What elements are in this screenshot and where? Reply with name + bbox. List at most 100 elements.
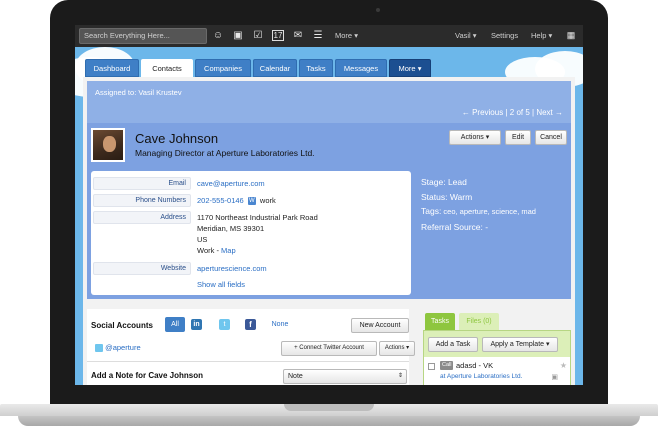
connect-twitter-label: Connect Twitter Account	[299, 345, 364, 351]
tab-contacts[interactable]: Contacts	[141, 59, 193, 77]
task-options-icon[interactable]: ▣	[551, 373, 558, 381]
social-actions-button[interactable]: Actions ▾	[379, 341, 415, 356]
chevron-down-icon: ▾	[485, 134, 490, 141]
twitter-account-row: @aperture	[95, 343, 141, 353]
checkbox-icon[interactable]: ☑	[252, 29, 264, 42]
phone-label: Phone Numbers	[93, 194, 191, 207]
address-line3: US	[197, 235, 208, 244]
more-label: More	[335, 31, 353, 40]
tab-more-label: More	[398, 64, 416, 73]
tab-tasks-panel[interactable]: Tasks	[425, 313, 455, 330]
referral-row: Referral Source: -	[421, 220, 536, 235]
referral-label: Referral Source:	[421, 221, 483, 232]
stage-row: Stage: Lead	[421, 175, 536, 190]
address-type: Work - Map	[197, 246, 236, 256]
connect-twitter-button[interactable]: + Connect Twitter Account	[281, 341, 377, 356]
apply-template-button[interactable]: Apply a Template ▾	[482, 337, 558, 352]
calendar-icon[interactable]: 17	[272, 30, 284, 41]
apply-template-label: Apply a Template	[490, 341, 545, 348]
task-checkbox[interactable]	[428, 363, 435, 370]
linkedin-icon[interactable]: in	[191, 319, 202, 330]
top-bar: Search Everything Here... ☺ ▣ ☑ 17 ✉ ☰ M…	[75, 25, 583, 47]
facebook-icon[interactable]: f	[245, 319, 256, 330]
status-label: Status:	[421, 191, 448, 202]
search-input[interactable]: Search Everything Here...	[79, 28, 207, 44]
chevron-down-icon: ▾	[406, 345, 410, 351]
chat-icon[interactable]: ☰	[312, 29, 324, 42]
address-line2: Meridian, MS 39301	[197, 224, 265, 233]
add-task-button[interactable]: Add a Task	[428, 337, 478, 352]
email-link[interactable]: cave@aperture.com	[197, 179, 265, 189]
camera	[376, 8, 380, 12]
task-subtitle[interactable]: at Aperture Laboratories Ltd.	[440, 373, 522, 380]
pager-position: 2 of 5	[509, 108, 530, 117]
tab-more[interactable]: More ▾	[389, 59, 431, 77]
note-type-value: Note	[288, 373, 303, 380]
contact-name: Cave Johnson	[135, 131, 219, 146]
tab-messages[interactable]: Messages	[335, 59, 387, 77]
work-phone-badge: W	[247, 197, 256, 206]
social-title: Social Accounts	[91, 321, 153, 330]
phone-value: 202-555-0146 W work	[197, 196, 276, 206]
more-menu[interactable]: More ▾	[335, 30, 358, 42]
help-menu[interactable]: Help ▾	[531, 30, 552, 42]
star-icon[interactable]: ★	[560, 361, 567, 370]
contact-title: Managing Director at Aperture Laboratori…	[135, 148, 315, 158]
cancel-button[interactable]: Cancel	[535, 130, 567, 145]
grid-icon[interactable]: ▦	[565, 29, 577, 42]
tab-calendar[interactable]: Calendar	[253, 59, 297, 77]
chevron-down-icon: ▾	[354, 31, 358, 40]
mail-icon[interactable]: ✉	[292, 29, 304, 42]
address-type-label: Work -	[197, 246, 222, 255]
tab-tasks[interactable]: Tasks	[299, 59, 333, 77]
contact-meta: Stage: Lead Status: Warm Tags: ceo, aper…	[421, 175, 536, 234]
actions-button[interactable]: Actions ▾	[449, 130, 501, 145]
website-link[interactable]: aperturescience.com	[197, 264, 267, 274]
task-box: Add a Task Apply a Template ▾ Call adasd…	[423, 330, 571, 385]
map-link[interactable]: Map	[221, 246, 236, 255]
contacts-icon[interactable]: ☺	[212, 29, 224, 42]
pager: ← Previous | 2 of 5 | Next →	[462, 108, 563, 117]
tab-files-panel[interactable]: Files (0)	[459, 313, 499, 330]
settings-link[interactable]: Settings	[491, 30, 518, 42]
chevron-down-icon: ▾	[546, 341, 550, 348]
note-title: Add a Note for Cave Johnson	[91, 371, 204, 380]
task-title[interactable]: adasd - VK	[456, 361, 493, 370]
twitter-small-icon	[95, 344, 103, 353]
chevron-down-icon: ▾	[472, 31, 477, 40]
user-menu[interactable]: Vasil ▾	[455, 30, 477, 42]
assigned-bar: Assigned to: Vasil Krustev ← Previous | …	[87, 81, 571, 123]
tab-companies[interactable]: Companies	[195, 59, 251, 77]
tags-row: Tags: ceo, aperture, science, mad	[421, 204, 536, 220]
tab-dashboard[interactable]: Dashboard	[85, 59, 139, 77]
actions-label: Actions	[460, 134, 484, 141]
user-label: Vasil	[455, 31, 471, 40]
website-label: Website	[93, 262, 191, 275]
tags-value[interactable]: ceo, aperture, science, mad	[443, 207, 536, 216]
companies-icon[interactable]: ▣	[232, 29, 244, 42]
show-all-fields-link[interactable]: Show all fields	[197, 280, 245, 290]
status-value: Warm	[449, 191, 473, 202]
twitter-icon[interactable]: t	[219, 319, 230, 330]
previous-link[interactable]: ← Previous	[462, 108, 503, 117]
plus-icon: +	[294, 345, 298, 351]
twitter-handle[interactable]: @aperture	[105, 343, 141, 352]
phone-link[interactable]: 202-555-0146	[197, 196, 244, 205]
social-accounts: Social Accounts All in t f None New Acco…	[87, 309, 415, 385]
note-type-select[interactable]: Note ⇕	[283, 369, 407, 384]
next-link[interactable]: Next →	[536, 108, 563, 117]
new-account-button[interactable]: New Account	[351, 318, 409, 333]
note-divider	[87, 361, 409, 362]
assigned-to: Assigned to: Vasil Krustev	[95, 88, 182, 97]
tags-label: Tags:	[421, 206, 442, 216]
edit-button[interactable]: Edit	[505, 130, 531, 145]
all-filter-button[interactable]: All	[165, 317, 185, 332]
main-panel: Assigned to: Vasil Krustev ← Previous | …	[83, 77, 575, 385]
email-label: Email	[93, 177, 191, 190]
base-bottom	[18, 416, 640, 426]
contact-card: Cave Johnson Managing Director at Apertu…	[87, 123, 571, 299]
stage-label: Stage:	[421, 177, 446, 187]
base-notch	[284, 404, 374, 411]
social-actions-label: Actions	[384, 345, 405, 351]
none-filter-link[interactable]: None	[269, 317, 291, 332]
